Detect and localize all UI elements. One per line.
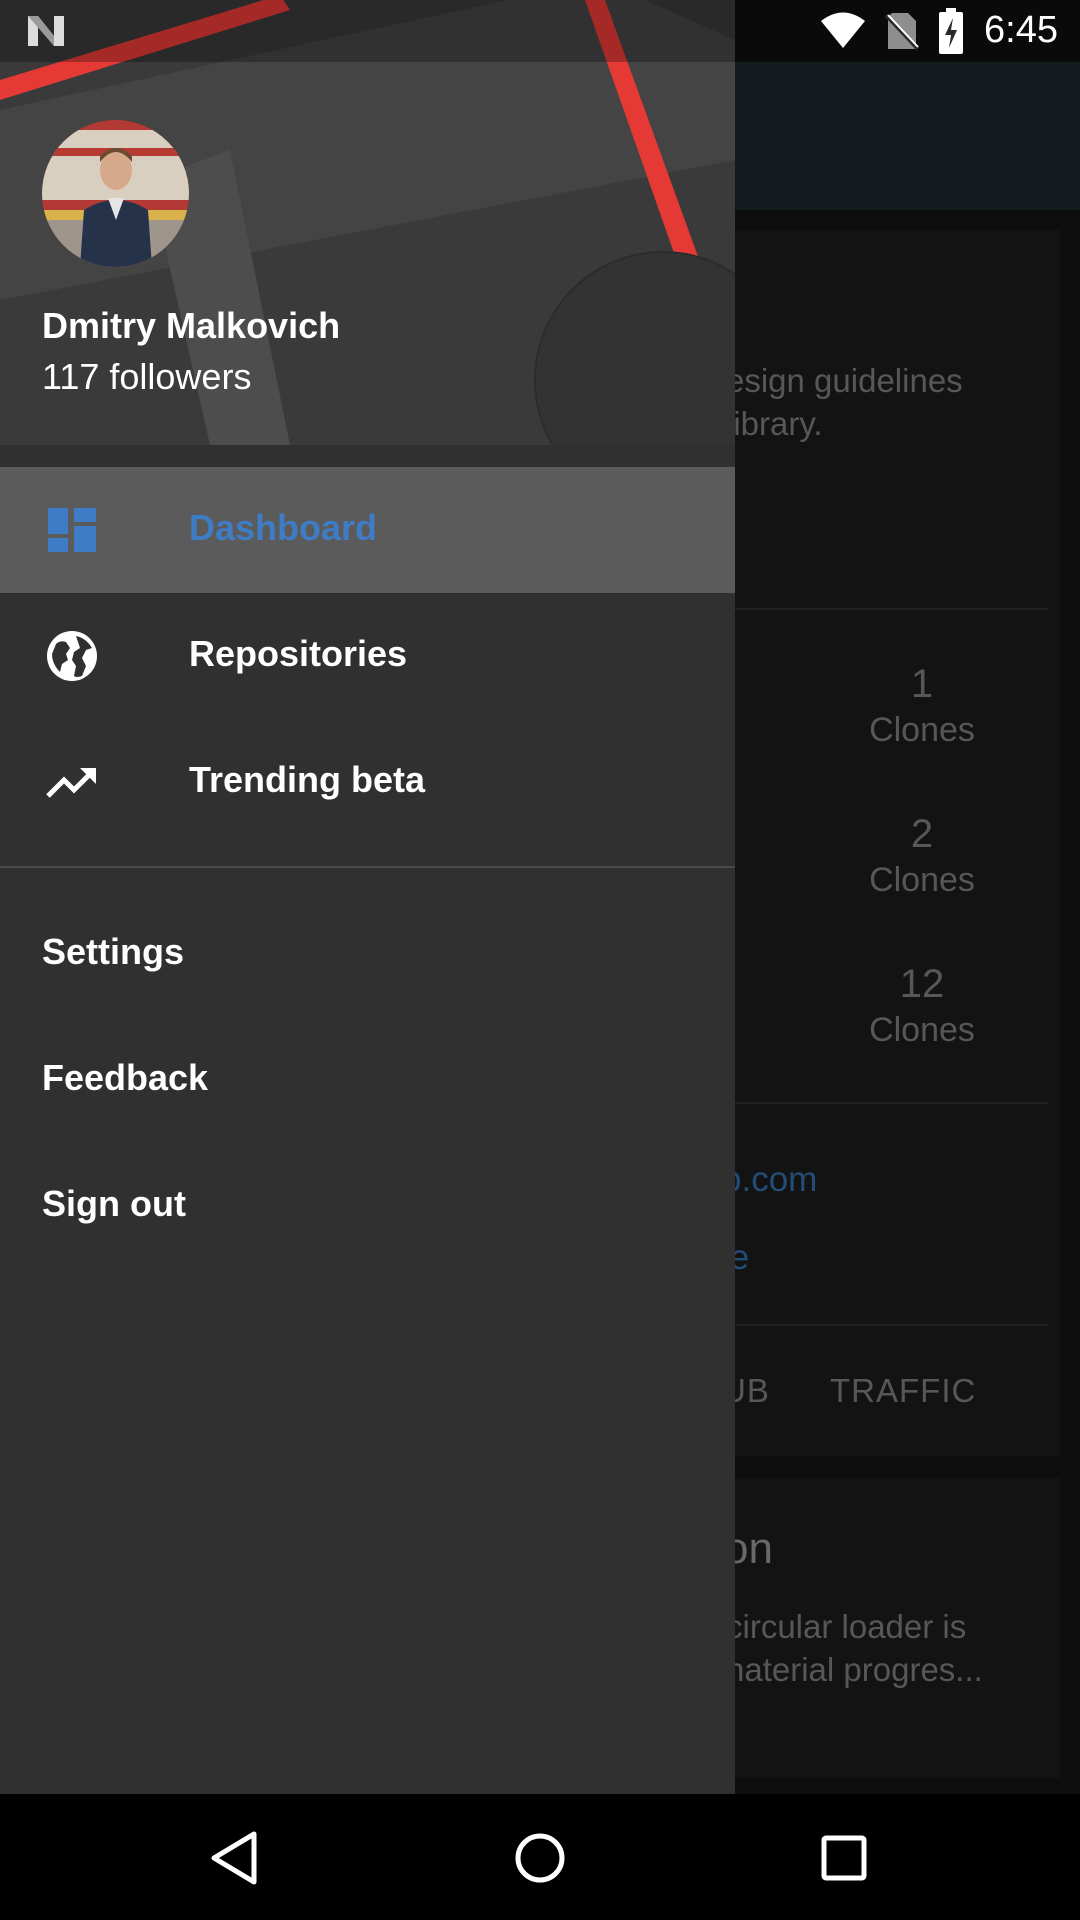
nav-item-dashboard[interactable]: Dashboard <box>0 467 735 593</box>
settings-item[interactable]: Settings <box>0 897 735 1009</box>
wifi-icon <box>821 12 865 48</box>
nav-item-label: Dashboard <box>189 507 378 548</box>
sign-out-label: Sign out <box>42 1183 186 1224</box>
notification-n-icon <box>28 16 64 46</box>
back-button-icon[interactable] <box>200 1822 272 1894</box>
sign-out-item[interactable]: Sign out <box>0 1149 735 1261</box>
settings-label: Settings <box>42 931 185 972</box>
nav-item-trending[interactable]: Trending beta <box>0 719 735 845</box>
feedback-item[interactable]: Feedback <box>0 1023 735 1135</box>
status-bar: 6:45 <box>0 0 1080 62</box>
nav-item-repositories[interactable]: Repositories <box>0 593 735 719</box>
no-sim-icon <box>884 13 920 51</box>
globe-icon <box>47 631 97 681</box>
drawer-header: Dmitry Malkovich 117 followers <box>0 0 735 445</box>
dashboard-icon <box>48 508 96 552</box>
user-photo <box>42 120 189 267</box>
nav-item-label: Trending beta <box>189 759 426 800</box>
trending-up-icon <box>46 768 96 798</box>
user-followers: 117 followers <box>42 356 252 397</box>
feedback-label: Feedback <box>42 1057 209 1098</box>
battery-charging-icon <box>939 8 963 54</box>
drawer-divider <box>0 866 735 868</box>
navigation-drawer: Dmitry Malkovich 117 followers Dashboard… <box>0 0 735 1794</box>
home-button-icon[interactable] <box>504 1822 576 1894</box>
status-clock: 6:45 <box>984 9 1058 51</box>
avatar[interactable] <box>42 120 189 267</box>
recents-button-icon[interactable] <box>808 1822 880 1894</box>
system-navigation-bar <box>0 1794 1080 1920</box>
nav-item-label: Repositories <box>189 633 408 674</box>
user-name: Dmitry Malkovich <box>42 305 341 346</box>
